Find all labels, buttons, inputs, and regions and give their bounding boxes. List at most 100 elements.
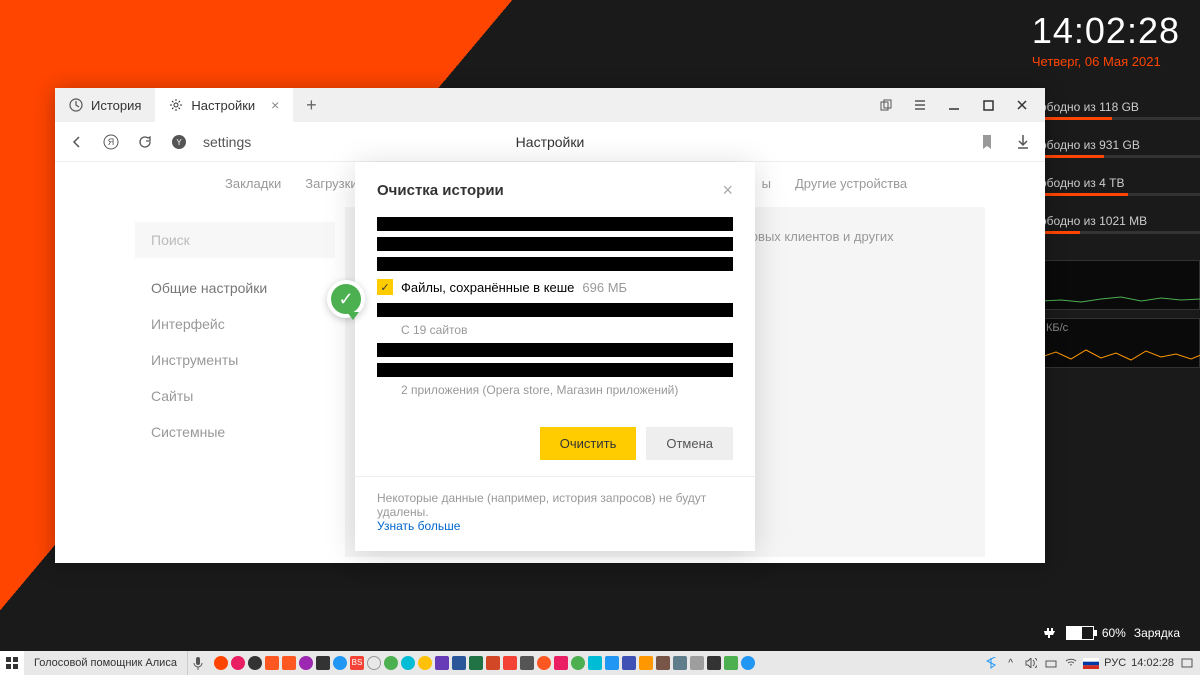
wifi-icon[interactable]: [1063, 656, 1078, 671]
dialog-title: Очистка истории: [377, 182, 504, 199]
learn-more-link[interactable]: Узнать больше: [377, 519, 460, 533]
redacted-item: [377, 217, 733, 231]
app-icon[interactable]: [724, 656, 738, 670]
app-icon[interactable]: [520, 656, 534, 670]
chevron-up-icon[interactable]: ^: [1003, 656, 1018, 671]
notifications-icon[interactable]: [1179, 656, 1194, 671]
sidebar-item-general[interactable]: Общие настройки: [135, 270, 335, 306]
page-title: Настройки: [516, 134, 585, 150]
download-icon[interactable]: [1013, 132, 1033, 152]
sidebar-search[interactable]: Поиск: [135, 222, 335, 258]
apps-count: 2 приложения (Opera store, Магазин прило…: [401, 383, 733, 397]
start-button[interactable]: [0, 651, 24, 675]
taskbar-app-icons: BS: [208, 656, 761, 670]
app-icon[interactable]: [452, 656, 466, 670]
cpu-graph: [1040, 260, 1200, 310]
app-icon[interactable]: [656, 656, 670, 670]
taskbar-assistant[interactable]: Голосовой помощник Алиса: [24, 651, 188, 675]
desktop: 14:02:28 Четверг, 06 Мая 2021 ободно из …: [0, 0, 1200, 675]
cache-label: Файлы, сохранённые в кеше: [401, 280, 574, 295]
clear-history-dialog: ✓ Очистка истории × ✓ Файлы, сохранённые…: [355, 162, 755, 551]
bookmark-icon[interactable]: [977, 132, 997, 152]
dialog-footer: Некоторые данные (например, история запр…: [355, 476, 755, 551]
network-icon[interactable]: [1043, 656, 1058, 671]
sidebar-item-tools[interactable]: Инструменты: [135, 342, 335, 378]
app-icon[interactable]: [588, 656, 602, 670]
taskbar: Голосовой помощник Алиса BS: [0, 651, 1200, 675]
browser-window: История Настройки × + Я Y Настройки: [55, 88, 1045, 563]
cancel-button[interactable]: Отмена: [646, 427, 733, 460]
app-icon[interactable]: [639, 656, 653, 670]
copy-icon[interactable]: [871, 91, 901, 119]
reload-button[interactable]: [135, 132, 155, 152]
subnav-bookmarks[interactable]: Закладки: [225, 176, 281, 191]
app-icon[interactable]: [248, 656, 262, 670]
keyboard-lang[interactable]: РУС: [1104, 657, 1126, 669]
clear-button[interactable]: Очистить: [540, 427, 637, 460]
close-button[interactable]: [1007, 91, 1037, 119]
window-controls: [871, 91, 1045, 119]
app-icon[interactable]: [486, 656, 500, 670]
app-icon[interactable]: [282, 656, 296, 670]
app-icon[interactable]: [605, 656, 619, 670]
tab-bar: История Настройки × +: [55, 88, 1045, 122]
yandex-icon[interactable]: Я: [101, 132, 121, 152]
back-button[interactable]: [67, 132, 87, 152]
maximize-button[interactable]: [973, 91, 1003, 119]
app-icon[interactable]: [316, 656, 330, 670]
dialog-close-button[interactable]: ×: [722, 180, 733, 201]
checkbox-checked-icon[interactable]: ✓: [377, 279, 393, 295]
flag-icon[interactable]: [1083, 658, 1099, 669]
subnav-other[interactable]: ы: [762, 176, 771, 191]
gear-icon: [169, 98, 183, 112]
app-icon[interactable]: [367, 656, 381, 670]
redacted-item: [377, 363, 733, 377]
svg-text:Y: Y: [176, 138, 182, 147]
clock-date: Четверг, 06 Мая 2021: [1032, 54, 1180, 69]
app-icon[interactable]: [333, 656, 347, 670]
app-icon[interactable]: [690, 656, 704, 670]
app-icon[interactable]: [673, 656, 687, 670]
app-icon[interactable]: [401, 656, 415, 670]
app-icon[interactable]: [554, 656, 568, 670]
tab-settings[interactable]: Настройки ×: [155, 88, 293, 122]
close-tab-icon[interactable]: ×: [271, 97, 279, 113]
tray-time[interactable]: 14:02:28: [1131, 657, 1174, 669]
app-icon[interactable]: [418, 656, 432, 670]
bluetooth-icon[interactable]: [983, 656, 998, 671]
app-icon[interactable]: BS: [350, 656, 364, 670]
subnav-downloads[interactable]: Загрузки: [305, 176, 357, 191]
app-icon[interactable]: [469, 656, 483, 670]
app-icon[interactable]: [435, 656, 449, 670]
minimize-button[interactable]: [939, 91, 969, 119]
app-icon[interactable]: [707, 656, 721, 670]
app-icon[interactable]: [299, 656, 313, 670]
url-input[interactable]: [203, 134, 384, 150]
new-tab-button[interactable]: +: [297, 91, 325, 119]
app-icon[interactable]: [741, 656, 755, 670]
app-icon[interactable]: [265, 656, 279, 670]
disk-item: ободно из 4 ТВ: [1040, 176, 1200, 196]
app-icon[interactable]: [622, 656, 636, 670]
app-icon[interactable]: [571, 656, 585, 670]
tab-history[interactable]: История: [55, 88, 155, 122]
menu-icon[interactable]: [905, 91, 935, 119]
success-badge-icon: ✓: [327, 280, 365, 318]
sidebar-item-interface[interactable]: Интерфейс: [135, 306, 335, 342]
dialog-body[interactable]: ✓ Файлы, сохранённые в кеше 696 МБ С 19 …: [355, 211, 755, 411]
cache-size: 696 МБ: [582, 280, 627, 295]
content-area: Закладки Загрузки ы Другие устройства По…: [55, 162, 1045, 563]
settings-sidebar: Поиск Общие настройки Интерфейс Инструме…: [135, 222, 335, 450]
app-icon[interactable]: [384, 656, 398, 670]
sidebar-item-system[interactable]: Системные: [135, 414, 335, 450]
app-icon[interactable]: [231, 656, 245, 670]
mic-icon[interactable]: [188, 656, 208, 670]
app-icon[interactable]: [214, 656, 228, 670]
sidebar-item-sites[interactable]: Сайты: [135, 378, 335, 414]
subnav-devices[interactable]: Другие устройства: [795, 176, 907, 191]
app-icon[interactable]: [537, 656, 551, 670]
battery-icon: [1066, 626, 1094, 640]
app-icon[interactable]: [503, 656, 517, 670]
volume-icon[interactable]: [1023, 656, 1038, 671]
cache-option-row[interactable]: ✓ Файлы, сохранённые в кеше 696 МБ: [377, 279, 733, 295]
